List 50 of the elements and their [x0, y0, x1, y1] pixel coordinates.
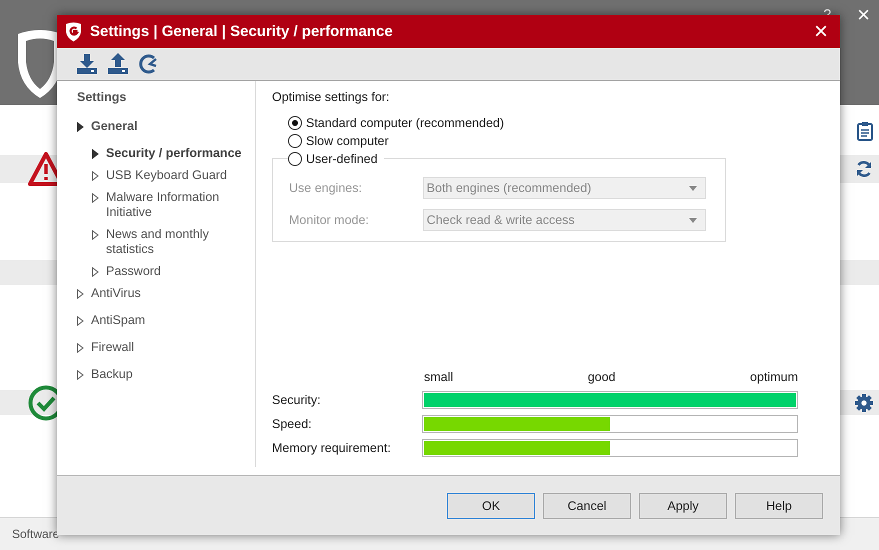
caret-icon	[689, 218, 697, 222]
scale-label: small	[424, 370, 454, 384]
dialog-button[interactable]: Help	[735, 492, 823, 518]
dialog-button[interactable]: Apply	[639, 492, 727, 518]
radio-button[interactable]	[288, 116, 302, 130]
field-label: Monitor mode:	[289, 213, 370, 227]
expand-arrow-icon[interactable]	[92, 230, 99, 240]
expand-arrow-icon[interactable]	[77, 316, 84, 326]
radio-label[interactable]: Standard computer (recommended)	[306, 116, 504, 130]
radio-label[interactable]: Slow computer	[306, 134, 389, 148]
radio-button[interactable]	[288, 152, 302, 166]
tree-item[interactable]: AntiVirus	[91, 286, 141, 301]
upload-icon[interactable]	[107, 53, 129, 75]
expand-arrow-icon[interactable]	[77, 343, 84, 353]
close-button[interactable]: ×	[810, 20, 832, 44]
scale-label: good	[588, 370, 616, 384]
status-text: Software	[12, 527, 60, 541]
settings-icon[interactable]	[855, 394, 873, 412]
tree-item[interactable]: Backup	[91, 367, 133, 382]
optimise-label: Optimise settings for:	[272, 90, 390, 104]
tree-item[interactable]: News and monthly statistics	[106, 227, 242, 257]
radio-button[interactable]	[288, 134, 302, 148]
download-icon[interactable]	[76, 53, 98, 75]
dialog-button[interactable]: OK	[447, 492, 535, 518]
meter-label: Memory requirement:	[272, 441, 392, 455]
field-label: Use engines:	[289, 181, 363, 195]
window-control-button[interactable]: ×	[854, 1, 873, 29]
dialog-button[interactable]: Cancel	[543, 492, 631, 518]
tree-item[interactable]: Malware Information Initiative	[106, 190, 242, 220]
sidebar-heading: Settings	[77, 90, 128, 104]
expand-arrow-icon[interactable]	[92, 267, 99, 277]
expand-arrow-icon[interactable]	[77, 122, 84, 132]
expand-arrow-icon[interactable]	[92, 149, 99, 159]
tree-item[interactable]: Password	[106, 264, 161, 279]
tree-item[interactable]: Security / performance	[106, 146, 242, 161]
tree-item[interactable]: USB Keyboard Guard	[106, 168, 227, 183]
expand-arrow-icon[interactable]	[92, 193, 99, 203]
caret-icon	[689, 186, 697, 190]
tree-item[interactable]: AntiSpam	[91, 313, 146, 328]
dialog-title: Settings | General | Security / performance	[90, 23, 394, 40]
expand-arrow-icon[interactable]	[77, 289, 84, 299]
meter-label: Security:	[272, 393, 322, 407]
tree-item[interactable]: Firewall	[91, 340, 134, 355]
expand-arrow-icon[interactable]	[92, 171, 99, 181]
tree-item[interactable]: General	[91, 119, 138, 134]
expand-arrow-icon[interactable]	[77, 370, 84, 380]
scale-label: optimum	[750, 370, 798, 384]
clipboard-icon[interactable]	[857, 120, 873, 140]
meter-label: Speed:	[272, 417, 313, 431]
refresh-icon[interactable]	[855, 160, 873, 178]
